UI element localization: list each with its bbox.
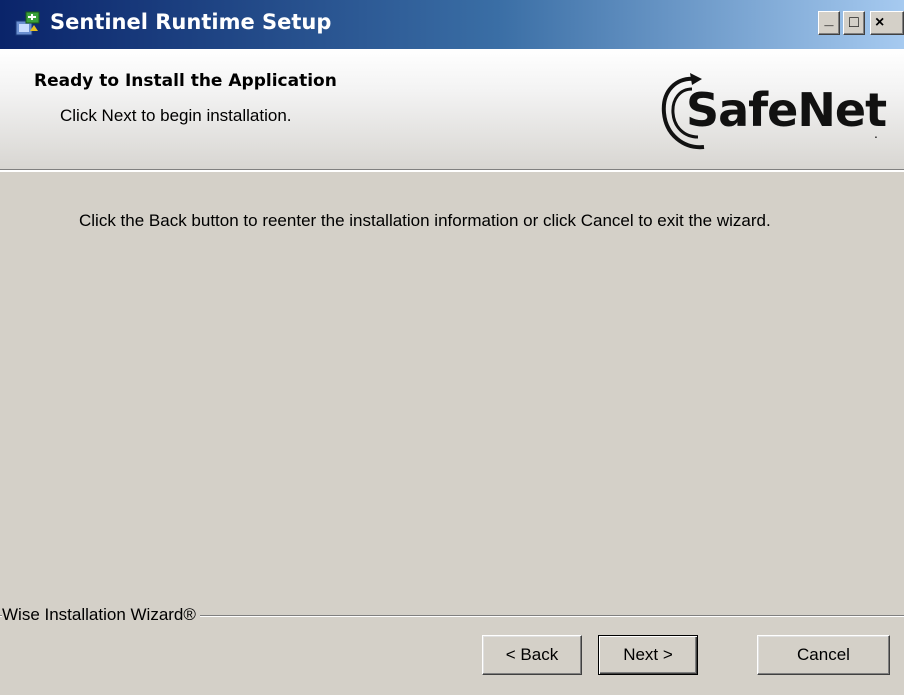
next-button[interactable]: Next >	[598, 635, 698, 675]
logo-dot: .	[874, 125, 878, 141]
page-subtitle: Click Next to begin installation.	[60, 106, 292, 125]
logo-wordmark: SafeNet	[686, 83, 887, 137]
wizard-brand-label: Wise Installation Wizard®	[2, 605, 200, 625]
maximize-button[interactable]: □	[843, 11, 865, 35]
instruction-text: Click the Back button to reenter the ins…	[79, 211, 771, 230]
minimize-icon: _	[824, 11, 834, 28]
installer-icon	[15, 11, 40, 36]
safenet-logo: SafeNet .	[656, 69, 888, 157]
cancel-button[interactable]: Cancel	[757, 635, 890, 675]
minimize-button[interactable]: _	[818, 11, 840, 35]
window-title: Sentinel Runtime Setup	[50, 10, 332, 34]
page-title: Ready to Install the Application	[34, 71, 337, 91]
back-button[interactable]: < Back	[482, 635, 582, 675]
maximize-icon: □	[849, 14, 859, 31]
close-icon: ×	[875, 14, 885, 31]
title-bar[interactable]: Sentinel Runtime Setup _ □ ×	[0, 0, 904, 49]
close-button[interactable]: ×	[870, 11, 904, 35]
wizard-header: Ready to Install the Application Click N…	[0, 49, 904, 172]
